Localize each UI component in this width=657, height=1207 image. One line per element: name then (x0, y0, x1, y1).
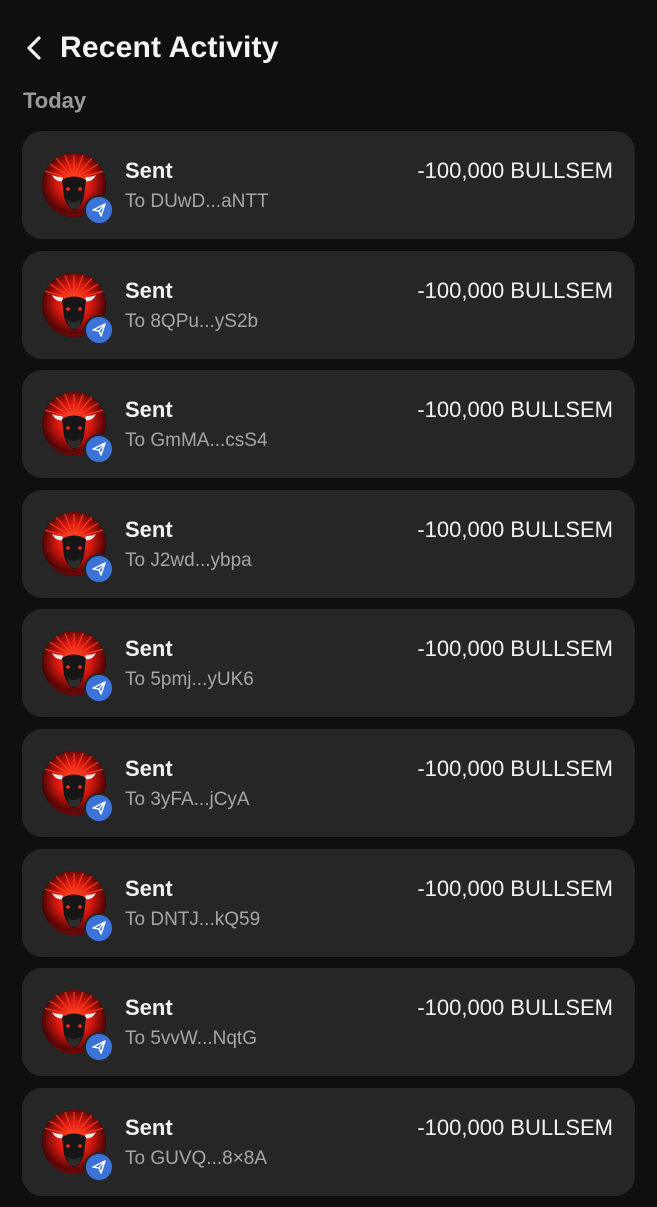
back-button[interactable] (18, 30, 50, 66)
transaction-address: To 5vvW...NqtG (125, 1028, 257, 1050)
paper-plane-badge (84, 792, 114, 823)
transaction-type: Sent (125, 516, 173, 542)
activity-item[interactable]: Sent To GUVQ...8×8A -100,000 BULLSEM (22, 1087, 635, 1196)
activity-item[interactable]: Sent To 5vvW...NqtG -100,000 BULLSEM (22, 968, 635, 1077)
transaction-amount: -100,000 BULLSEM (417, 995, 613, 1021)
paper-plane-icon (92, 801, 106, 815)
paper-plane-icon (92, 920, 106, 935)
transaction-amount: -100,000 BULLSEM (417, 516, 613, 542)
avatar-wrap (42, 153, 114, 225)
activity-list: Sent To DUwD...aNTT -100,000 BULLSEM Sen… (22, 131, 635, 1207)
transaction-address: To GmMA...csS4 (125, 430, 268, 452)
transaction-type: Sent (125, 158, 173, 183)
avatar-wrap (42, 272, 114, 345)
transaction-type: Sent (125, 397, 173, 423)
transaction-type: Sent (125, 875, 173, 901)
paper-plane-badge (84, 314, 114, 345)
avatar-wrap (42, 870, 114, 943)
transaction-amount: -100,000 BULLSEM (417, 755, 613, 781)
paper-plane-icon (92, 1040, 106, 1054)
activity-item[interactable]: Sent To GmMA...csS4 -100,000 BULLSEM (22, 370, 635, 479)
paper-plane-icon (92, 562, 106, 576)
paper-plane-badge (84, 195, 114, 225)
avatar-wrap (42, 750, 114, 823)
paper-plane-badge (84, 1151, 114, 1182)
transaction-amount: -100,000 BULLSEM (417, 875, 613, 901)
activity-item[interactable]: Sent To 8QPu...yS2b -100,000 BULLSEM (22, 250, 635, 359)
paper-plane-badge (84, 912, 114, 943)
transaction-amount: -100,000 BULLSEM (417, 158, 613, 183)
chevron-left-icon (27, 36, 41, 60)
transaction-type: Sent (125, 1114, 173, 1140)
transaction-type: Sent (125, 636, 173, 662)
activity-item[interactable]: Sent To 5pmj...yUK6 -100,000 BULLSEM (22, 609, 635, 718)
transaction-address: To DUwD...aNTT (125, 191, 269, 212)
transaction-address: To GUVQ...8×8A (125, 1147, 268, 1169)
transaction-amount: -100,000 BULLSEM (417, 277, 613, 303)
paper-plane-icon (92, 442, 106, 456)
transaction-address: To DNTJ...kQ59 (125, 908, 261, 930)
paper-plane-badge (84, 553, 114, 584)
activity-item[interactable]: Sent To 3yFA...jCyA -100,000 BULLSEM (22, 728, 635, 837)
transaction-type: Sent (125, 755, 173, 781)
avatar-wrap (42, 1109, 114, 1182)
transaction-address: To 3yFA...jCyA (125, 788, 250, 810)
transaction-amount: -100,000 BULLSEM (417, 1114, 613, 1140)
transaction-amount: -100,000 BULLSEM (417, 397, 613, 423)
paper-plane-icon (92, 322, 106, 337)
header: Recent Activity (0, 0, 657, 96)
paper-plane-icon (92, 681, 106, 696)
transaction-address: To 5pmj...yUK6 (125, 669, 254, 691)
avatar-wrap (42, 392, 114, 465)
avatar-wrap (42, 631, 114, 704)
transaction-type: Sent (125, 995, 173, 1021)
transaction-type: Sent (125, 277, 173, 303)
paper-plane-badge (84, 434, 114, 465)
avatar-wrap (42, 990, 114, 1063)
activity-item[interactable]: Sent To J2wd...ybpa -100,000 BULLSEM (22, 489, 635, 598)
section-label-today: Today (23, 88, 87, 113)
paper-plane-badge (84, 673, 114, 704)
activity-item[interactable]: Sent To DUwD...aNTT -100,000 BULLSEM (22, 131, 635, 239)
page-title: Recent Activity (60, 31, 279, 64)
paper-plane-badge (84, 1032, 114, 1063)
transaction-address: To J2wd...ybpa (125, 549, 252, 571)
transaction-amount: -100,000 BULLSEM (417, 636, 613, 662)
paper-plane-icon (92, 1160, 106, 1174)
avatar-wrap (42, 511, 114, 584)
activity-item[interactable]: Sent To DNTJ...kQ59 -100,000 BULLSEM (22, 848, 635, 957)
transaction-address: To 8QPu...yS2b (125, 310, 259, 332)
paper-plane-icon (92, 203, 106, 217)
